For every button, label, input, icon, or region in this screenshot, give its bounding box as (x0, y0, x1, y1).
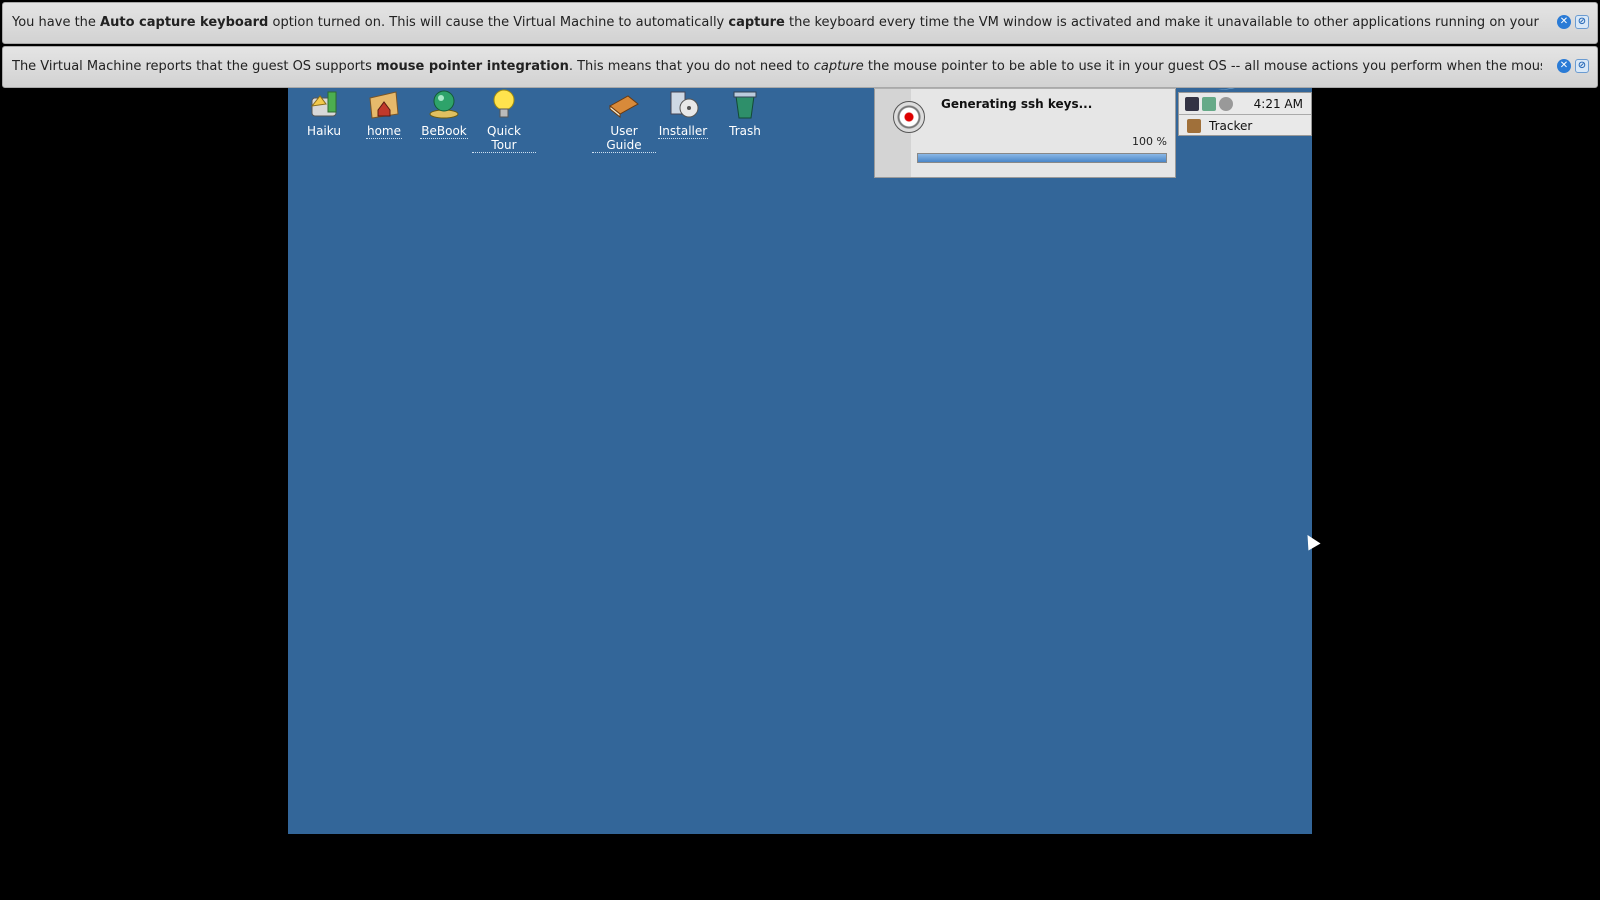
desktop-icon-trash[interactable]: Trash (713, 88, 777, 138)
home-folder-icon (366, 88, 402, 120)
desktop-icon-label: home (365, 124, 403, 139)
desktop-icon-label: Trash (729, 124, 761, 138)
network-icon[interactable] (1202, 96, 1216, 111)
notice-text-part: Auto capture keyboard (100, 15, 269, 30)
dont-show-again-icon[interactable]: ⊘ (1575, 59, 1589, 73)
desktop-icon-bebook[interactable]: BeBook (412, 88, 476, 139)
tracker-label: Tracker (1209, 118, 1253, 133)
progress-text: 100 % (1132, 135, 1167, 148)
lightbulb-icon (486, 88, 522, 120)
mouse-integration-notice: The Virtual Machine reports that the gue… (2, 46, 1598, 88)
desktop-icon-label: Quick Tour (472, 124, 536, 153)
notice-text-part: option turned on. This will cause the Vi… (268, 15, 729, 30)
deskbar-clock[interactable]: 4:21 AM (1254, 97, 1303, 111)
desktop-icon-label: User Guide (592, 124, 656, 153)
trash-icon (727, 88, 763, 120)
notice-text-part: the mouse pointer to be able to use it i… (867, 59, 1542, 74)
guest-desktop[interactable]: Haiku home BeBook Quick Tour User Guide … (288, 70, 1312, 834)
notice-message: The Virtual Machine reports that the gue… (12, 47, 1542, 87)
user-guide-book-icon (606, 88, 642, 120)
desktop-icon-user-guide[interactable]: User Guide (592, 88, 656, 153)
notice-text-part: capture (728, 15, 785, 30)
desktop-icon-label: Haiku (307, 124, 341, 138)
bebook-icon (426, 88, 462, 120)
deskbar: 4:21 AM Tracker (1178, 92, 1312, 136)
media-icon[interactable] (1219, 96, 1233, 111)
close-icon[interactable]: ✕ (1557, 59, 1571, 73)
desktop-icon-label: Installer (657, 124, 709, 139)
progress-bar-fill (918, 154, 1166, 162)
desktop-icon-home[interactable]: home (352, 88, 416, 139)
deskbar-tracker-item[interactable]: Tracker (1179, 115, 1311, 136)
close-icon[interactable]: ✕ (1557, 15, 1571, 29)
dialog-message: Generating ssh keys... (941, 97, 1093, 111)
tracker-icon (1187, 118, 1201, 133)
notice-message: You have the Auto capture keyboard optio… (12, 3, 1542, 43)
desktop-icon-installer[interactable]: Installer (651, 88, 715, 139)
notice-text-part: the keyboard every time the VM window is… (789, 15, 1542, 30)
dont-show-again-icon[interactable]: ⊘ (1575, 15, 1589, 29)
notice-text-part: The Virtual Machine reports that the gue… (12, 59, 377, 74)
desktop-icon-label: BeBook (420, 124, 468, 139)
progress-bar (917, 153, 1167, 163)
haiku-disk-icon (306, 88, 342, 120)
notice-text-part: . This means that you do not need to (568, 59, 814, 74)
notice-text-part: capture (813, 59, 864, 74)
notice-text-part: You have the (12, 15, 101, 30)
keyboard-capture-notice: You have the Auto capture keyboard optio… (2, 2, 1598, 44)
alert-icon (893, 101, 925, 133)
notice-text-part: mouse pointer integration (376, 59, 569, 74)
installer-icon (665, 88, 701, 120)
desktop-icon-quick-tour[interactable]: Quick Tour (472, 88, 536, 153)
process-controller-icon[interactable] (1185, 96, 1199, 111)
deskbar-tray: 4:21 AM (1179, 93, 1311, 115)
desktop-icon-haiku[interactable]: Haiku (292, 88, 356, 138)
